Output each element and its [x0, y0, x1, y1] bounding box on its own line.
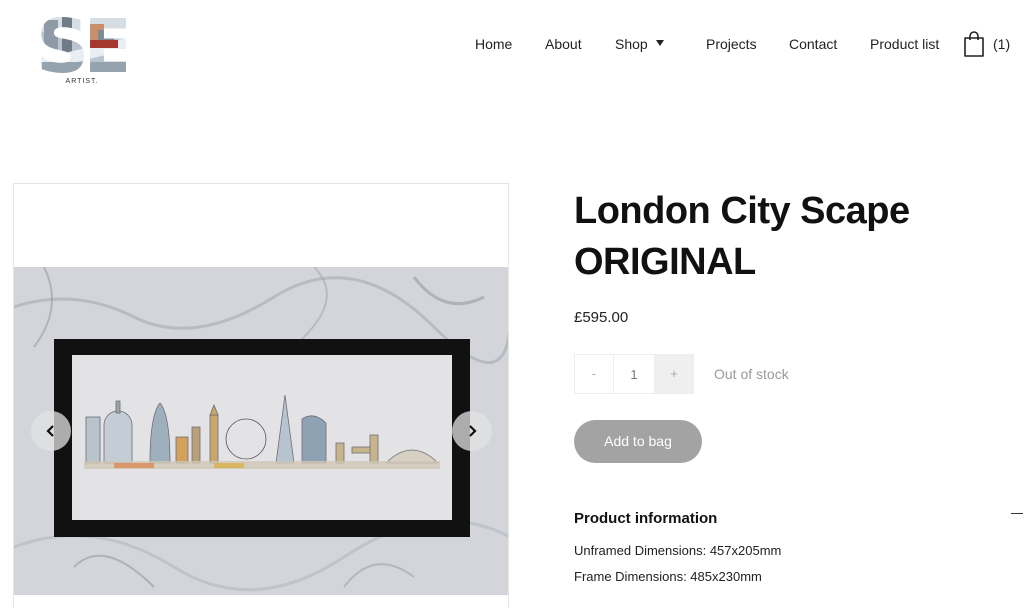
site-logo[interactable]: SE ARTIST.	[32, 8, 132, 92]
product-price: £595.00	[574, 309, 629, 326]
unframed-dimensions: Unframed Dimensions: 457x205mm	[574, 543, 782, 558]
add-to-bag-button[interactable]: Add to bag	[574, 420, 702, 463]
nav-projects[interactable]: Projects	[706, 36, 757, 52]
nav-shop[interactable]: Shop	[615, 36, 648, 52]
logo-caption: ARTIST.	[65, 78, 99, 85]
cart-count: (1)	[993, 36, 1011, 52]
previous-image-button[interactable]	[31, 411, 71, 451]
cart-button[interactable]: (1)	[962, 30, 1022, 60]
quantity-input[interactable]	[614, 354, 654, 394]
product-info-heading[interactable]: Product information	[574, 510, 717, 527]
next-image-button[interactable]	[452, 411, 492, 451]
logo-mark: SE	[36, 10, 126, 76]
quantity-increase-button[interactable]: +	[654, 354, 694, 394]
chevron-down-icon[interactable]	[656, 40, 664, 46]
quantity-stepper: - +	[574, 354, 695, 394]
nav-product-list[interactable]: Product list	[870, 36, 939, 52]
shopping-bag-icon	[964, 31, 984, 57]
product-gallery	[13, 183, 509, 608]
product-title: London City Scape ORIGINAL	[574, 190, 910, 283]
frame-dimensions: Frame Dimensions: 485x230mm	[574, 569, 762, 584]
product-photo	[14, 267, 508, 595]
stock-status: Out of stock	[714, 366, 789, 382]
chevron-left-icon	[46, 425, 54, 437]
nav-contact[interactable]: Contact	[789, 36, 837, 52]
nav-home[interactable]: Home	[475, 36, 512, 52]
nav-about[interactable]: About	[545, 36, 582, 52]
chevron-right-icon	[469, 425, 477, 437]
quantity-decrease-button[interactable]: -	[574, 354, 614, 394]
minus-icon[interactable]	[1011, 513, 1023, 514]
